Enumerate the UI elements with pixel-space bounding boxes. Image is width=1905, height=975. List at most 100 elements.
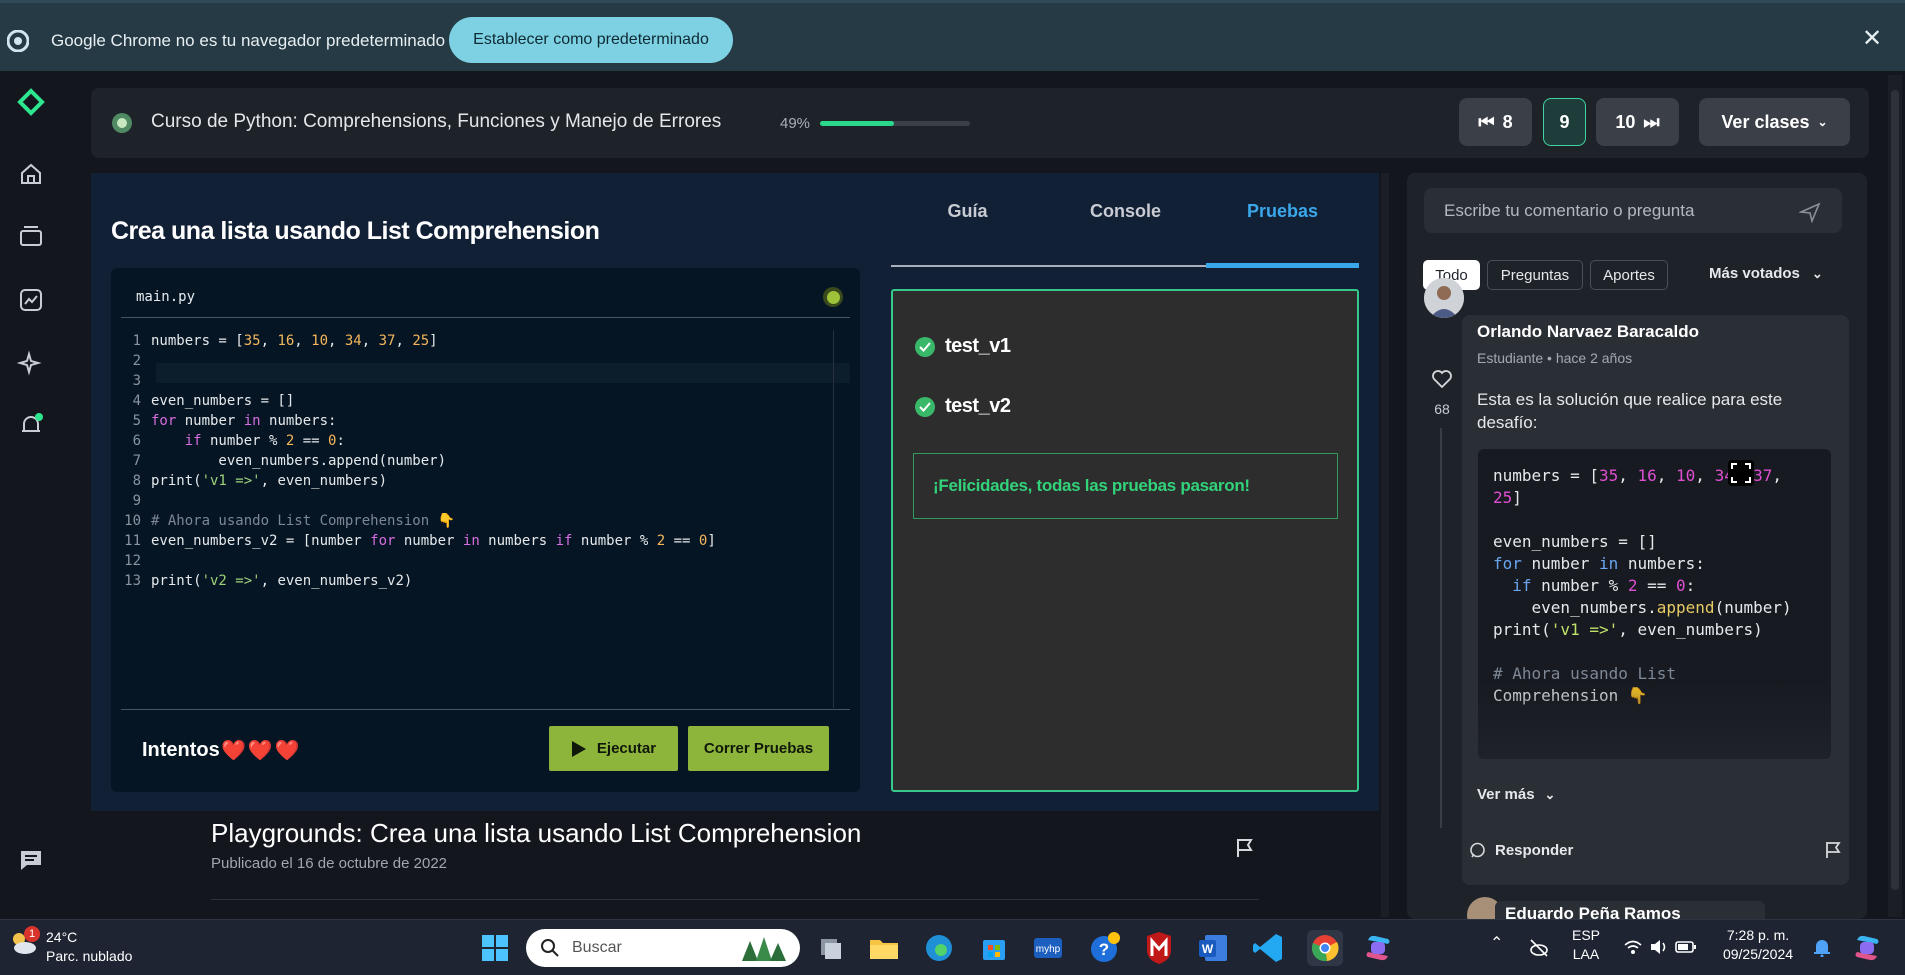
reply-author[interactable]: Eduardo Peña Ramos xyxy=(1495,901,1765,919)
myhp-icon[interactable]: myhp xyxy=(1030,930,1066,966)
flag-icon[interactable] xyxy=(1236,838,1254,858)
avatar[interactable] xyxy=(1424,278,1464,318)
volume-icon[interactable] xyxy=(1649,938,1669,956)
prev-class-button[interactable]: ⏮ 8 xyxy=(1459,98,1532,146)
code-line[interactable]: 13 print('v2 =>', even_numbers_v2) xyxy=(121,571,716,591)
lang-top: ESP xyxy=(1571,927,1600,943)
mcafee-icon[interactable] xyxy=(1141,930,1177,966)
battery-icon[interactable] xyxy=(1675,938,1697,956)
copilot-pre-icon[interactable] xyxy=(1849,930,1885,966)
heart-icon[interactable] xyxy=(1431,369,1453,389)
check-icon xyxy=(915,336,935,357)
task-view-icon[interactable] xyxy=(812,930,848,966)
test-name: test_v2 xyxy=(945,395,1011,417)
file-explorer-icon[interactable] xyxy=(866,930,902,966)
notification-bell-icon[interactable] xyxy=(1813,937,1831,957)
success-message: ¡Felicidades, todas las pruebas pasaron! xyxy=(913,453,1338,519)
code-line[interactable]: 3 xyxy=(121,371,716,391)
see-more-button[interactable]: Ver más ⌄ xyxy=(1477,786,1555,803)
likes-count: 68 xyxy=(1434,401,1450,417)
chrome-logo-icon xyxy=(7,30,29,52)
code-line[interactable]: 10 # Ahora usando List Comprehension 👇 xyxy=(121,511,716,531)
tab-tests[interactable]: Pruebas xyxy=(1206,191,1359,231)
sort-select[interactable]: Más votados ⌄ xyxy=(1709,265,1823,282)
cloud-icon: 1 xyxy=(8,926,40,958)
current-class-button[interactable]: 9 xyxy=(1543,98,1586,146)
see-more-label: Ver más xyxy=(1477,786,1535,803)
code-line[interactable]: 8 print('v1 =>', even_numbers) xyxy=(121,471,716,491)
code-line[interactable]: 11 even_numbers_v2 = [number for number i… xyxy=(121,531,716,551)
code-text: # Ahora usando List Comprehension 👇 xyxy=(151,513,456,529)
test-name: test_v1 xyxy=(945,335,1011,357)
send-icon[interactable] xyxy=(1799,201,1821,223)
close-icon[interactable]: ✕ xyxy=(1860,27,1884,51)
input-language[interactable]: ESP LAA xyxy=(1570,926,1602,964)
word-icon[interactable]: W xyxy=(1195,930,1231,966)
vscode-icon[interactable] xyxy=(1250,930,1286,966)
home-icon[interactable] xyxy=(17,160,45,188)
course-title[interactable]: Curso de Python: Comprehensions, Funcion… xyxy=(151,111,721,133)
comment-author[interactable]: Orlando Narvaez Baracaldo xyxy=(1477,322,1699,342)
platzi-logo-icon[interactable] xyxy=(17,88,45,116)
courses-icon[interactable] xyxy=(17,222,45,250)
page-scrollbar[interactable] xyxy=(1888,75,1902,917)
code-line[interactable]: 4 even_numbers = [] xyxy=(121,391,716,411)
fullscreen-icon[interactable] xyxy=(1728,460,1754,486)
windows-start-icon[interactable] xyxy=(477,930,513,966)
code-line[interactable]: 7 even_numbers.append(number) xyxy=(121,451,716,471)
progress-icon[interactable] xyxy=(17,286,45,314)
reply-button[interactable]: Responder xyxy=(1469,842,1573,859)
search-icon xyxy=(541,939,559,957)
snippet-line: even_numbers.append(number) xyxy=(1493,598,1792,617)
run-tests-button[interactable]: Correr Pruebas xyxy=(688,726,829,771)
flag-icon[interactable] xyxy=(1825,841,1841,859)
code-line[interactable]: 12 xyxy=(121,551,716,571)
cloud-sync-icon[interactable] xyxy=(1528,938,1550,958)
exercise-panel: Crea una lista usando List Comprehension… xyxy=(91,173,1379,811)
tray-expand-icon[interactable]: ⌃ xyxy=(1490,934,1503,953)
help-icon[interactable]: ? xyxy=(1086,930,1122,966)
snippet-line: even_numbers = [] xyxy=(1493,532,1657,551)
line-number: 2 xyxy=(132,353,141,369)
run-button[interactable]: Ejecutar xyxy=(549,726,678,771)
weather-widget[interactable]: 1 24°C Parc. nublado xyxy=(8,926,132,966)
tab-guide[interactable]: Guía xyxy=(891,191,1044,231)
code-editor[interactable]: main.py 1 numbers = [35, 16, 10, 34, 37, … xyxy=(111,268,860,792)
code-snippet: numbers = [35, 16, 10, 34, 37,25]even_nu… xyxy=(1478,449,1831,759)
search-highlight-icon xyxy=(742,937,786,961)
file-tab[interactable]: main.py xyxy=(136,289,195,305)
clock[interactable]: 7:28 p. m. 09/25/2024 xyxy=(1712,926,1804,964)
code-line[interactable]: 2 xyxy=(121,351,716,371)
edge-icon[interactable] xyxy=(921,930,957,966)
line-number: 5 xyxy=(132,413,141,429)
code-lines[interactable]: 1 numbers = [35, 16, 10, 34, 37, 25] 2 3 4 ev… xyxy=(121,331,716,591)
next-class-button[interactable]: 10 ⏭ xyxy=(1596,98,1679,146)
sparkle-icon[interactable] xyxy=(17,349,45,377)
chevron-down-icon: ⌄ xyxy=(1817,115,1828,129)
copilot-icon[interactable] xyxy=(1360,930,1396,966)
code-line[interactable]: 9 xyxy=(121,491,716,511)
attempts-hearts: ❤️❤️❤️ xyxy=(221,740,302,762)
see-classes-label: Ver clases xyxy=(1721,111,1810,132)
code-text: even_numbers = [] xyxy=(151,393,295,409)
tab-console[interactable]: Console xyxy=(1049,191,1202,231)
course-progress-bar xyxy=(820,121,970,126)
sort-label: Más votados xyxy=(1709,265,1800,282)
store-icon[interactable] xyxy=(976,930,1012,966)
taskbar-search[interactable]: Buscar xyxy=(526,929,800,967)
test-item: test_v2 xyxy=(915,395,1011,418)
code-line[interactable]: 6 if number % 2 == 0: xyxy=(121,431,716,451)
main-scrollbar[interactable] xyxy=(1381,173,1389,917)
code-line[interactable]: 5 for number in numbers: xyxy=(121,411,716,431)
notifications-icon[interactable] xyxy=(17,411,45,439)
filter-questions[interactable]: Preguntas xyxy=(1487,260,1583,290)
comment-input[interactable] xyxy=(1424,188,1842,233)
filter-contributions[interactable]: Aportes xyxy=(1590,260,1668,290)
left-rail xyxy=(0,71,62,919)
chrome-taskbar-button[interactable] xyxy=(1307,930,1343,966)
chat-icon[interactable] xyxy=(17,846,45,874)
see-classes-button[interactable]: Ver clases ⌄ xyxy=(1699,98,1850,146)
set-default-button[interactable]: Establecer como predeterminado xyxy=(449,17,733,63)
wifi-icon[interactable] xyxy=(1623,938,1643,956)
code-line[interactable]: 1 numbers = [35, 16, 10, 34, 37, 25] xyxy=(121,331,716,351)
